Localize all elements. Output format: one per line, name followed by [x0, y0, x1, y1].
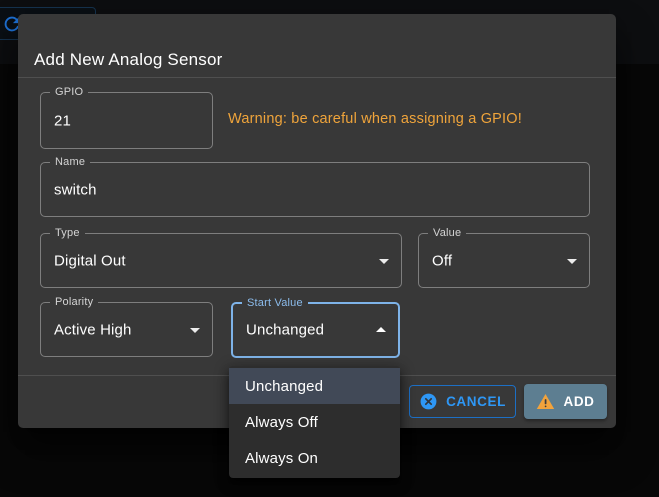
value-label: Value: [428, 227, 466, 240]
start-value-select[interactable]: Start Value Unchanged: [231, 302, 400, 358]
gpio-warning-text: Warning: be careful when assigning a GPI…: [228, 111, 522, 127]
name-label: Name: [50, 156, 90, 169]
menu-item-unchanged[interactable]: Unchanged: [229, 368, 400, 404]
chevron-up-icon: [376, 327, 386, 332]
type-label: Type: [50, 227, 85, 240]
gpio-field[interactable]: GPIO 21: [40, 92, 213, 149]
cancel-button[interactable]: CANCEL: [409, 385, 516, 418]
start-value-value: Unchanged: [246, 322, 324, 339]
menu-item-always-on[interactable]: Always On: [229, 440, 400, 476]
menu-item-always-off[interactable]: Always Off: [229, 404, 400, 440]
type-value: Digital Out: [54, 252, 126, 269]
name-value: switch: [54, 181, 97, 198]
gpio-label: GPIO: [50, 86, 88, 99]
value-value: Off: [432, 252, 452, 269]
type-select[interactable]: Type Digital Out: [40, 233, 402, 288]
screen: Add New Analog Sensor GPIO 21 Warning: b…: [0, 0, 659, 497]
chevron-down-icon: [379, 259, 389, 264]
polarity-select[interactable]: Polarity Active High: [40, 302, 213, 357]
start-value-menu: Unchanged Always Off Always On: [229, 366, 400, 478]
dialog-title: Add New Analog Sensor: [34, 50, 223, 70]
cancel-button-label: CANCEL: [446, 394, 506, 409]
warning-triangle-icon: [536, 392, 555, 411]
polarity-label: Polarity: [50, 296, 98, 309]
cancel-circle-icon: [419, 392, 438, 411]
start-value-label: Start Value: [242, 297, 308, 310]
polarity-value: Active High: [54, 321, 132, 338]
gpio-value: 21: [54, 112, 71, 129]
chevron-down-icon: [567, 259, 577, 264]
value-select[interactable]: Value Off: [418, 233, 590, 288]
add-button-label: ADD: [563, 394, 594, 409]
header-divider: [18, 77, 616, 78]
add-button[interactable]: ADD: [524, 384, 607, 419]
name-field[interactable]: Name switch: [40, 162, 590, 217]
chevron-down-icon: [190, 328, 200, 333]
